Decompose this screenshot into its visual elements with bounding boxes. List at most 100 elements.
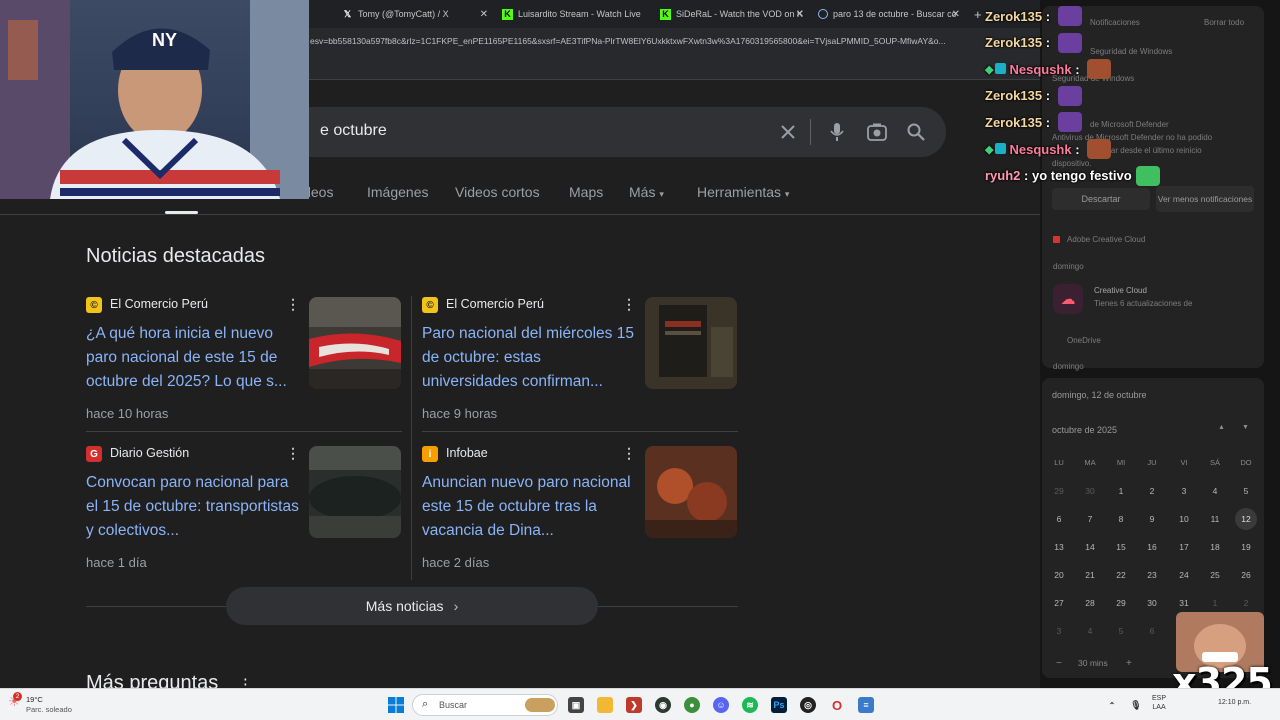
calendar-day[interactable]: 1 [1106,480,1136,502]
close-icon[interactable]: ✕ [480,9,488,20]
calendar-day[interactable]: 11 [1200,508,1230,530]
app-icon[interactable]: ❯ [626,697,642,713]
opera-icon[interactable]: O [829,697,845,713]
taskbar-search[interactable]: ⌕ Buscar [412,694,558,716]
calendar-day[interactable]: 16 [1137,536,1167,558]
focus-minus-button[interactable]: − [1056,658,1062,669]
spotify-icon[interactable]: ≋ [742,697,758,713]
calendar-day[interactable]: 29 [1044,480,1074,502]
obs-icon[interactable]: ◎ [800,697,816,713]
calendar-day[interactable]: 25 [1200,564,1230,586]
news-card[interactable]: G Diario Gestión ⋮ Convocan paro naciona… [86,445,402,581]
calendar-day[interactable]: 5 [1106,620,1136,642]
tab-sideral[interactable]: K SiDeRaL - Watch the VOD on K ✕ [660,4,804,24]
chevron-up-icon[interactable]: ⌃ [1104,697,1120,713]
more-options-icon[interactable]: ⋮ [286,296,300,312]
chat-username[interactable]: Zerok135 [985,9,1042,24]
file-explorer-icon[interactable] [597,697,613,713]
search-box[interactable]: e octubre [290,107,946,157]
calendar-day[interactable]: 19 [1231,536,1261,558]
news-headline[interactable]: ¿A qué hora inicia el nuevo paro naciona… [86,322,301,394]
windows-start-icon[interactable] [388,697,404,713]
calendar-day[interactable]: 3 [1169,480,1199,502]
discord-icon[interactable]: ☺ [713,697,729,713]
calendar-day[interactable]: 3 [1044,620,1074,642]
tab-google-search[interactable]: paro 13 de octubre - Buscar co ✕ [818,4,960,24]
news-card[interactable]: i Infobae ⋮ Anuncian nuevo paro nacional… [422,445,738,581]
news-headline[interactable]: Paro nacional del miércoles 15 de octubr… [422,322,637,394]
url-field[interactable]: esv=bb558130a597fb8c&rlz=1C1FKPE_enPE116… [310,36,985,46]
more-options-icon[interactable]: ⋮ [238,676,253,688]
calendar-day[interactable]: 21 [1075,564,1105,586]
tab-maps[interactable]: Maps [569,184,603,200]
clear-all-button[interactable]: Borrar todo [1204,18,1244,27]
calendar-day[interactable]: 8 [1106,508,1136,530]
news-headline[interactable]: Anuncian nuevo paro nacional este 15 de … [422,471,637,543]
calendar-day[interactable]: 2 [1231,592,1261,614]
chevron-up-icon[interactable]: ▲ [1218,424,1225,431]
close-icon[interactable]: ✕ [952,9,960,20]
notepad-icon[interactable]: ≡ [858,697,874,713]
chat-username[interactable]: ryuh2 [985,168,1020,183]
calendar-day[interactable]: 18 [1200,536,1230,558]
microphone-icon[interactable] [825,120,849,144]
news-card[interactable]: © El Comercio Perú ⋮ Paro nacional del m… [422,296,738,432]
tab-short-videos[interactable]: Videos cortos [455,184,540,200]
calendar-day[interactable]: 2 [1137,480,1167,502]
more-options-icon[interactable]: ⋮ [286,445,300,461]
close-icon[interactable]: ✕ [796,9,804,20]
language-indicator[interactable]: ESP LAA [1152,694,1166,712]
news-thumbnail[interactable] [309,297,401,389]
calendar-day[interactable]: 29 [1106,592,1136,614]
calendar-day[interactable]: 4 [1200,480,1230,502]
calendar-day[interactable]: 15 [1106,536,1136,558]
calendar-day[interactable]: 9 [1137,508,1167,530]
search-icon[interactable] [904,120,928,144]
calendar-day[interactable]: 27 [1044,592,1074,614]
calendar-day[interactable]: 6 [1044,508,1074,530]
calendar-day[interactable]: 14 [1075,536,1105,558]
app-icon[interactable]: ◉ [655,697,671,713]
more-options-icon[interactable]: ⋮ [622,296,636,312]
photoshop-icon[interactable]: Ps [771,697,787,713]
tab-more[interactable]: Más ▾ [629,184,664,200]
more-news-button[interactable]: Más noticias › [226,587,598,625]
calendar-day[interactable]: 20 [1044,564,1074,586]
weather-temperature[interactable]: 19°C [26,695,43,704]
news-thumbnail[interactable] [645,297,737,389]
chat-username[interactable]: Zerok135 [985,35,1042,50]
calendar-day[interactable]: 17 [1169,536,1199,558]
calendar-day[interactable]: 6 [1137,620,1167,642]
calendar-day[interactable]: 1 [1200,592,1230,614]
focus-plus-button[interactable]: + [1126,658,1132,669]
news-thumbnail[interactable] [645,446,737,538]
news-thumbnail[interactable] [309,446,401,538]
chat-username[interactable]: Zerok135 [985,88,1042,103]
calendar-day[interactable]: 10 [1169,508,1199,530]
news-headline[interactable]: Convocan paro nacional para el 15 de oct… [86,471,301,543]
calendar-day[interactable]: 30 [1137,592,1167,614]
chat-username[interactable]: Nesqushk [1009,62,1071,77]
calendar-day[interactable]: 7 [1075,508,1105,530]
clear-icon[interactable] [776,120,800,144]
calendar-day[interactable]: 4 [1075,620,1105,642]
new-tab-button[interactable]: + [974,4,982,24]
more-options-icon[interactable]: ⋮ [622,445,636,461]
tab-tools[interactable]: Herramientas ▾ [697,184,789,200]
chat-username[interactable]: Zerok135 [985,115,1042,130]
chrome-icon[interactable]: ● [684,697,700,713]
calendar-day[interactable]: 26 [1231,564,1261,586]
calendar-day[interactable]: 13 [1044,536,1074,558]
tab-x[interactable]: 𝕏 Tomy (@TomyCatt) / X ✕ [342,4,488,24]
tab-images[interactable]: Imágenes [367,184,428,200]
calendar-day[interactable]: 24 [1169,564,1199,586]
camera-search-icon[interactable] [865,120,889,144]
calendar-day[interactable]: 28 [1075,592,1105,614]
search-query[interactable]: e octubre [320,122,387,140]
task-view-icon[interactable]: ▣ [568,697,584,713]
calendar-day[interactable]: 23 [1137,564,1167,586]
tab-luisardito[interactable]: K Luisardito Stream - Watch Live [502,4,646,24]
calendar-day[interactable]: 22 [1106,564,1136,586]
weather-description[interactable]: Parc. soleado [26,705,72,714]
calendar-day[interactable]: 12 [1235,508,1257,530]
